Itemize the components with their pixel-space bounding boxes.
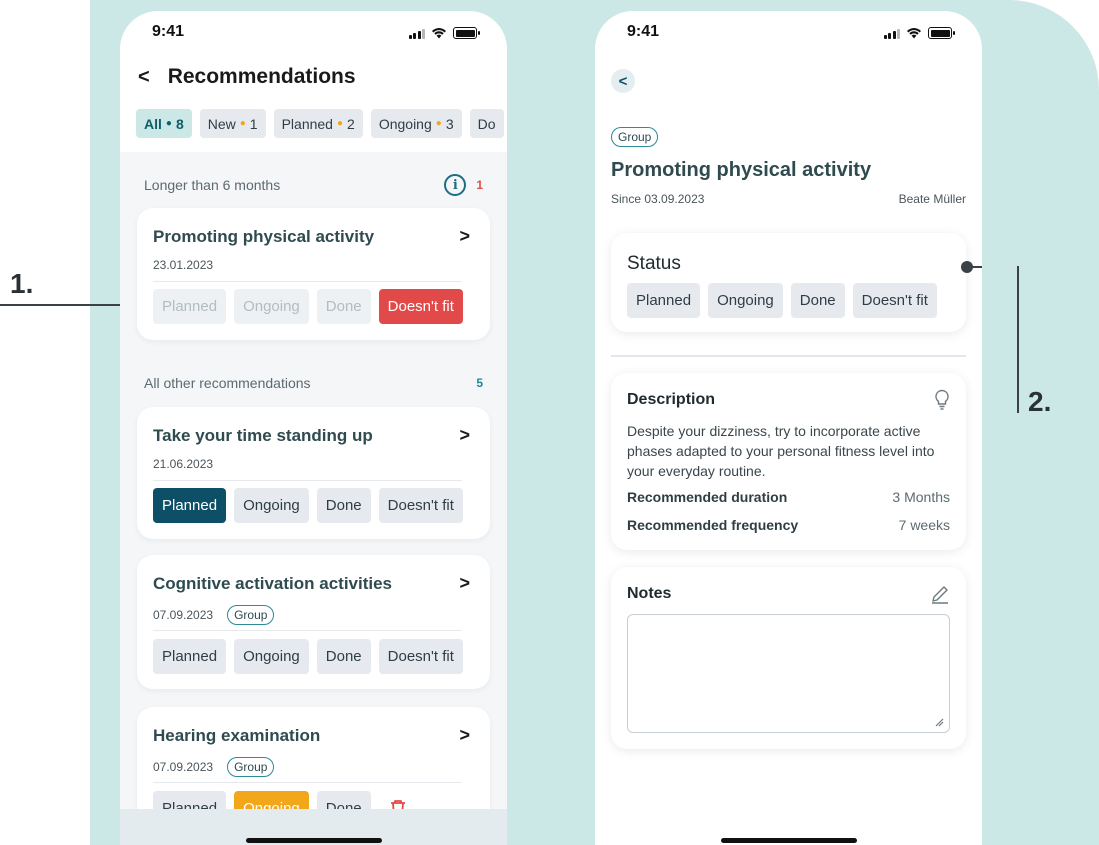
- card-date: 07.09.2023: [153, 608, 214, 622]
- author-name: Beate Müller: [898, 192, 966, 206]
- annotation-label-1: 1.: [10, 268, 34, 299]
- section-header-long: Longer than 6 months i 1: [144, 174, 483, 196]
- status-ongoing-button[interactable]: Ongoing: [234, 488, 309, 523]
- status-bar: 9:41: [627, 23, 955, 47]
- section-count: 1: [476, 178, 483, 192]
- notes-textarea[interactable]: [627, 614, 950, 733]
- divider: [153, 480, 462, 481]
- chevron-right-icon[interactable]: >: [459, 226, 470, 247]
- annotation-line-1: [0, 304, 130, 306]
- divider: [153, 281, 462, 282]
- battery-icon: [453, 27, 480, 39]
- battery-icon: [928, 27, 955, 39]
- annotation-label-2: 2.: [1028, 386, 1052, 417]
- status-done-button[interactable]: Done: [316, 289, 371, 324]
- chevron-right-icon[interactable]: >: [459, 425, 470, 446]
- status-time: 9:41: [152, 23, 185, 40]
- cellular-signal-icon: [408, 28, 425, 39]
- recommendations-scroll-area[interactable]: Longer than 6 months i 1 Promoting physi…: [120, 152, 507, 845]
- annotation-line-2: [1017, 266, 1019, 413]
- status-planned-button[interactable]: Planned: [153, 289, 227, 324]
- phone-recommendation-detail: 9:41 < Group Promoting physical activity…: [595, 11, 982, 845]
- status-planned-button[interactable]: Planned: [627, 283, 701, 318]
- recommendation-card[interactable]: Promoting physical activity > 23.01.2023…: [137, 208, 490, 340]
- divider: [611, 355, 966, 357]
- chevron-right-icon[interactable]: >: [459, 725, 470, 746]
- description-text: Despite your dizziness, try to incorpora…: [627, 423, 935, 479]
- status-doesnt-fit-button[interactable]: Doesn't fit: [378, 289, 463, 324]
- description-card: Description Despite your dizziness, try …: [611, 373, 966, 550]
- status-done-button[interactable]: Done: [316, 639, 371, 674]
- notes-card: Notes: [611, 567, 966, 749]
- status-ongoing-button[interactable]: Ongoing: [708, 283, 783, 318]
- section-label: Longer than 6 months: [144, 177, 281, 193]
- page-title: Promoting physical activity: [611, 159, 872, 181]
- cellular-signal-icon: [883, 28, 900, 39]
- pencil-icon[interactable]: [930, 584, 950, 604]
- section-label: All other recommendations: [144, 375, 311, 391]
- since-date: Since 03.09.2023: [611, 192, 705, 206]
- card-title: Take your time standing up: [153, 425, 373, 445]
- filter-chip-done[interactable]: Do: [469, 109, 504, 138]
- group-badge: Group: [227, 605, 275, 625]
- back-button[interactable]: <: [611, 69, 635, 93]
- status-doesnt-fit-button[interactable]: Doesn't fit: [378, 639, 463, 674]
- filter-chip-planned[interactable]: Planned ● 2: [273, 109, 363, 138]
- frequency-value: 7 weeks: [898, 517, 950, 533]
- description-title: Description: [627, 391, 716, 408]
- divider: [153, 630, 462, 631]
- filter-chip-new[interactable]: New ● 1: [199, 109, 266, 138]
- wifi-icon: [432, 28, 446, 39]
- annotation-connector-2: [971, 266, 982, 268]
- filter-chip-row: All ● 8 New ● 1 Planned ● 2 Ongoing ● 3 Do: [136, 109, 507, 139]
- filter-chip-all[interactable]: All ● 8: [136, 109, 192, 138]
- group-badge: Group: [611, 127, 659, 147]
- status-time: 9:41: [627, 23, 660, 40]
- home-indicator: [720, 838, 857, 843]
- wifi-icon: [907, 28, 921, 39]
- resize-handle-icon[interactable]: [934, 717, 944, 727]
- card-date: 07.09.2023: [153, 760, 214, 774]
- status-ongoing-button[interactable]: Ongoing: [234, 639, 309, 674]
- status-done-button[interactable]: Done: [790, 283, 845, 318]
- status-doesnt-fit-button[interactable]: Doesn't fit: [852, 283, 937, 318]
- back-button[interactable]: <: [138, 67, 150, 87]
- chevron-right-icon[interactable]: >: [459, 573, 470, 594]
- lightbulb-icon[interactable]: [934, 389, 950, 411]
- status-ongoing-button[interactable]: Ongoing: [234, 289, 309, 324]
- duration-label: Recommended duration: [627, 489, 788, 505]
- status-done-button[interactable]: Done: [316, 488, 371, 523]
- status-planned-button[interactable]: Planned: [153, 488, 227, 523]
- card-title: Cognitive activation activities: [153, 573, 393, 593]
- section-count: 5: [476, 376, 483, 390]
- section-header-other: All other recommendations 5: [144, 375, 483, 391]
- page-title: Recommendations: [167, 65, 356, 88]
- frequency-label: Recommended frequency: [627, 517, 799, 533]
- status-doesnt-fit-button[interactable]: Doesn't fit: [378, 488, 463, 523]
- recommendation-card[interactable]: Cognitive activation activities > 07.09.…: [137, 555, 490, 689]
- duration-value: 3 Months: [892, 489, 950, 505]
- status-bar: 9:41: [152, 23, 480, 47]
- divider: [153, 782, 462, 783]
- card-date: 21.06.2023: [153, 457, 214, 471]
- notes-title: Notes: [627, 585, 672, 602]
- status-card: Status Planned Ongoing Done Doesn't fit: [611, 233, 966, 332]
- status-card-title: Status: [627, 253, 681, 274]
- phone-recommendations-list: 9:41 < Recommendations All ● 8 New ● 1 Plann…: [120, 11, 507, 845]
- status-planned-button[interactable]: Planned: [153, 639, 227, 674]
- filter-chip-ongoing[interactable]: Ongoing ● 3: [370, 109, 462, 138]
- card-date: 23.01.2023: [153, 258, 214, 272]
- recommendation-card[interactable]: Take your time standing up > 21.06.2023 …: [137, 407, 490, 539]
- info-icon[interactable]: i: [444, 174, 467, 196]
- home-indicator: [245, 838, 382, 843]
- card-title: Hearing examination: [153, 725, 321, 745]
- card-title: Promoting physical activity: [153, 226, 375, 246]
- group-badge: Group: [227, 757, 275, 777]
